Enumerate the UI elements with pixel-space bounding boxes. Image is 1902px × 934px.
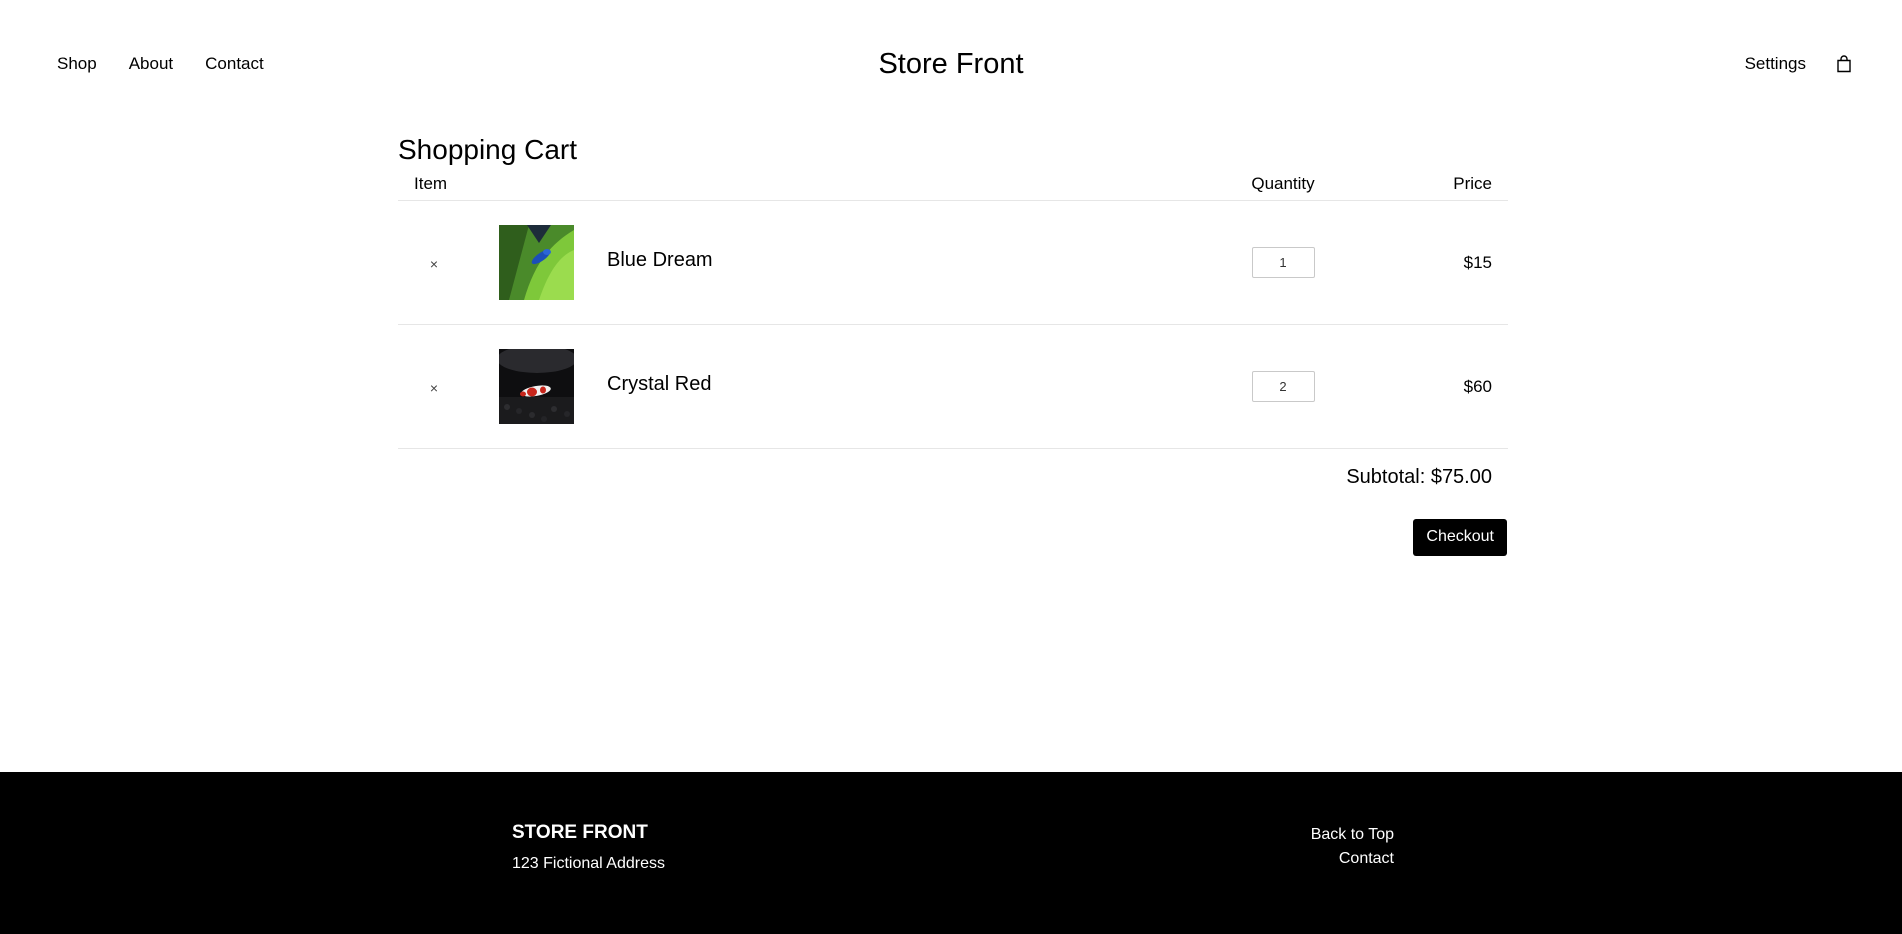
subtotal: Subtotal: $75.00 <box>1346 466 1492 488</box>
checkout-area: Checkout <box>398 519 1508 556</box>
cart-row: × Blue Dream $15 <box>398 201 1508 325</box>
cart-table-header: Item Quantity Price <box>398 174 1508 201</box>
back-to-top-link[interactable]: Back to Top <box>1311 823 1394 847</box>
column-header-quantity: Quantity <box>1251 174 1315 193</box>
page-title: Shopping Cart <box>398 134 578 165</box>
footer-address: 123 Fictional Address <box>512 855 665 872</box>
site-header: Store Front <box>0 48 1902 81</box>
checkout-button[interactable]: Checkout <box>1413 519 1507 556</box>
brand-title[interactable]: Store Front <box>878 48 1023 80</box>
footer-contact-link[interactable]: Contact <box>1311 847 1394 871</box>
primary-nav: Shop About Contact <box>57 54 264 74</box>
remove-item-button[interactable]: × <box>398 378 470 396</box>
product-name[interactable]: Blue Dream <box>607 249 713 272</box>
nav-shop-link[interactable]: Shop <box>57 54 97 74</box>
quantity-cell <box>1208 371 1358 402</box>
settings-link[interactable]: Settings <box>1745 54 1806 74</box>
price-cell: $60 <box>1463 376 1492 396</box>
product-thumbnail[interactable] <box>499 225 574 300</box>
product-name[interactable]: Crystal Red <box>607 373 711 396</box>
price-cell: $15 <box>1463 252 1492 272</box>
nav-contact-link[interactable]: Contact <box>205 54 264 74</box>
footer-links: Back to Top Contact <box>1311 823 1394 871</box>
shopping-bag-icon[interactable] <box>1836 55 1852 73</box>
cart-row: × Crystal Red $60 <box>398 325 1508 449</box>
secondary-nav: Settings <box>1745 54 1852 74</box>
quantity-cell <box>1208 247 1358 278</box>
remove-item-button[interactable]: × <box>398 254 470 272</box>
footer-brand: STORE FRONT <box>512 822 648 843</box>
quantity-input[interactable] <box>1251 247 1315 278</box>
nav-about-link[interactable]: About <box>129 54 173 74</box>
column-header-item: Item <box>414 174 448 193</box>
column-header-price: Price <box>1453 174 1492 193</box>
shopping-cart: Shopping Cart Item Quantity Price × Blue… <box>398 134 1508 556</box>
site-footer: STORE FRONT 123 Fictional Address Back t… <box>0 772 1902 934</box>
product-thumbnail[interactable] <box>499 349 574 424</box>
cart-item-cell: × Crystal Red <box>398 349 1208 424</box>
quantity-input[interactable] <box>1251 371 1315 402</box>
cart-item-cell: × Blue Dream <box>398 225 1208 300</box>
